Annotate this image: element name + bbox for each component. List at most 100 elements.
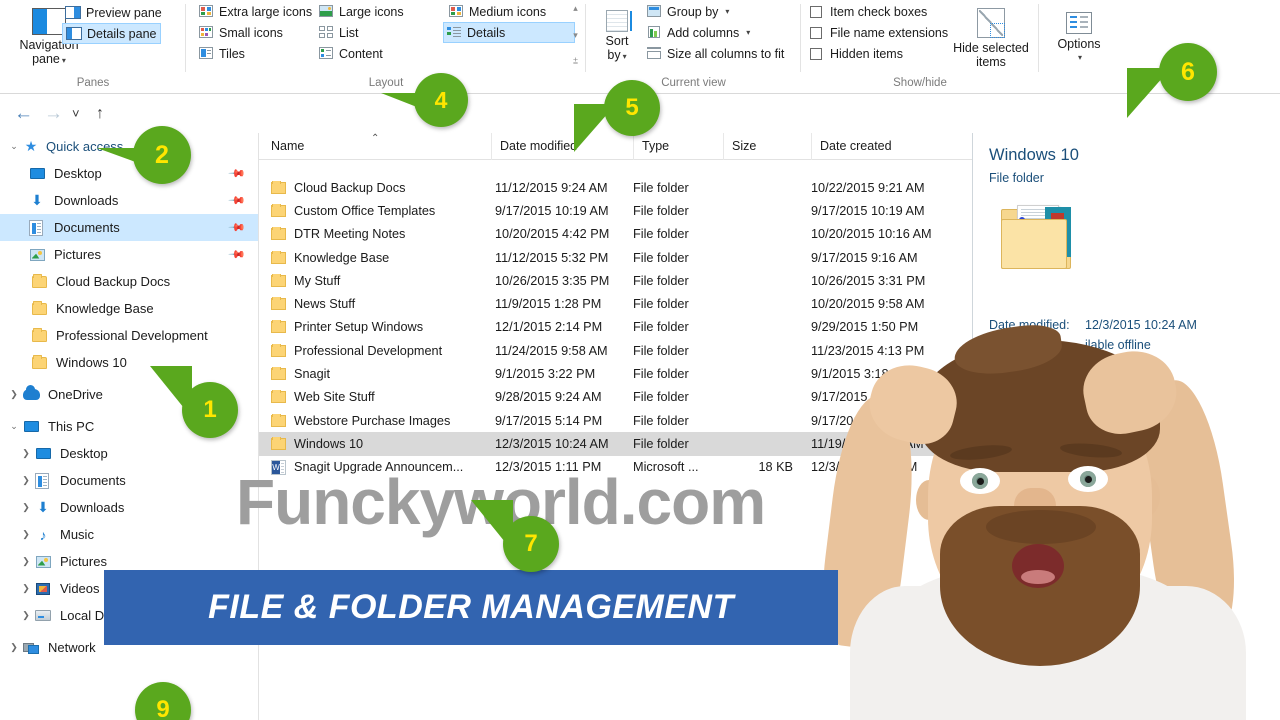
hidden-items-checkbox[interactable]: Hidden items [807,43,906,64]
monitor-icon [28,168,46,179]
small-icons-label: Small icons [219,25,283,40]
chevron-right-icon[interactable]: ❯ [18,475,34,486]
details-view-button[interactable]: Details [443,22,575,43]
folder-icon [271,343,286,357]
checkbox-icon[interactable] [810,26,822,39]
forward-button[interactable]: → [44,95,63,132]
file-name-cell[interactable]: Cloud Backup Docs [259,180,491,195]
sidebar-item-cloud-backup-docs[interactable]: Cloud Backup Docs [0,268,258,295]
add-columns-button[interactable]: Add columns ▾ [644,22,753,43]
file-name-cell[interactable]: DTR Meeting Notes [259,227,491,241]
table-row[interactable]: DTR Meeting Notes 10/20/2015 4:42 PM File … [259,223,972,246]
file-name-cell[interactable]: Windows 10 [259,436,491,451]
file-name-cell[interactable]: Professional Development [259,343,491,358]
content-button[interactable]: Content [316,43,386,64]
sidebar-item-documents[interactable]: Documents 📌 [0,214,258,241]
table-row[interactable]: Custom Office Templates 9/17/2015 10:19 A… [259,199,972,222]
file-name-extensions-checkbox[interactable]: File name extensions [807,22,951,43]
small-icons-icon [199,26,214,39]
file-date-modified-cell: 12/1/2015 2:14 PM [495,320,603,335]
file-name-cell[interactable]: Web Site Stuff [259,390,491,404]
sidebar-label: Pictures [54,247,101,262]
sidebar-item-desktop[interactable]: Desktop 📌 [0,160,258,187]
column-header-name[interactable]: Name ⌃ [259,133,491,160]
file-date-modified-cell: 9/17/2015 5:14 PM [495,413,603,428]
group-by-label: Group by [667,4,719,19]
large-icons-button[interactable]: Large icons [316,1,407,22]
table-row[interactable]: Cloud Backup Docs 11/12/2015 9:24 AM File … [259,176,972,199]
details-view-label: Details [467,25,506,40]
sidebar-item-downloads[interactable]: ⬇ Downloads 📌 [0,187,258,214]
chevron-right-icon[interactable]: ❯ [18,448,34,459]
options-button[interactable]: Options ▾ [1039,12,1119,65]
table-row[interactable]: Knowledge Base 11/12/2015 5:32 PM File fol… [259,246,972,269]
sidebar-item-pictures[interactable]: Pictures 📌 [0,241,258,268]
folder-thumbnail-icon [1001,205,1079,271]
file-name-cell[interactable]: My Stuff [259,273,491,288]
hide-selected-items-icon [977,8,1005,38]
chevron-right-icon[interactable]: ❯ [6,389,22,400]
file-type-cell: File folder [633,436,689,451]
file-name-text: News Stuff [294,297,356,312]
column-header-date-created[interactable]: Date created [811,133,961,160]
tiles-button[interactable]: Tiles [196,43,248,64]
sidebar-item-thispc-documents[interactable]: ❯ Documents [0,467,258,494]
file-name-cell[interactable]: Webstore Purchase Images [259,413,491,428]
chevron-right-icon[interactable]: ❯ [6,642,22,653]
sort-by-button[interactable]: Sort by ▾ [594,10,640,64]
medium-icons-button[interactable]: Medium icons [446,1,549,22]
hide-selected-items-button[interactable]: Hide selected items [949,8,1033,69]
pin-icon[interactable]: 📌 [228,191,247,210]
up-button[interactable]: ↑ [96,95,104,132]
column-header-size[interactable]: Size [723,133,811,160]
file-name-cell[interactable]: Custom Office Templates [259,203,491,218]
sidebar-item-thispc-music[interactable]: ❯ ♪ Music [0,521,258,548]
file-name-cell[interactable]: News Stuff [259,297,491,311]
group-by-button[interactable]: Group by ▾ [644,1,732,22]
sidebar-item-professional-development[interactable]: Professional Development [0,322,258,349]
chevron-right-icon[interactable]: ❯ [18,502,34,513]
extra-large-icons-button[interactable]: Extra large icons [196,1,315,22]
pin-icon[interactable]: 📌 [228,164,247,183]
list-label: List [339,25,359,40]
sidebar-item-thispc-downloads[interactable]: ❯ ⬇ Downloads [0,494,258,521]
chevron-down-icon[interactable]: ⌄ [6,141,22,152]
sidebar-item-knowledge-base[interactable]: Knowledge Base [0,295,258,322]
pin-icon[interactable]: 📌 [228,245,247,264]
content-label: Content [339,46,383,61]
back-button[interactable]: ← [14,95,33,132]
chevron-right-icon[interactable]: ❯ [18,556,34,567]
chevron-down-icon: ▾ [725,7,730,16]
checkbox-icon[interactable] [810,47,822,60]
details-pane-button[interactable]: Details pane [62,23,161,44]
chevron-down-icon[interactable]: ⌄ [6,421,22,432]
file-name-cell[interactable]: Knowledge Base [259,250,491,265]
file-date-modified-cell: 10/20/2015 4:42 PM [495,227,610,242]
chevron-right-icon[interactable]: ❯ [18,529,34,540]
preview-pane-button[interactable]: Preview pane [62,2,165,23]
size-all-columns-button[interactable]: Size all columns to fit [644,43,787,64]
file-date-modified-cell: 10/26/2015 3:35 PM [495,273,610,288]
recent-locations-button[interactable]: ˅ [72,95,80,132]
gallery-scroll-up-icon[interactable]: ▴ [573,4,578,13]
sidebar-item-thispc-desktop[interactable]: ❯ Desktop [0,440,258,467]
checkbox-icon[interactable] [810,5,822,18]
sidebar-item-windows-10[interactable]: Windows 10 [0,349,258,376]
pin-icon[interactable]: 📌 [228,218,247,237]
document-icon [34,472,52,489]
layout-gallery-scrollbar[interactable]: ▴ ▾ ⩲ [569,4,582,66]
column-header-type[interactable]: Type [633,133,723,160]
pc-icon [22,421,40,432]
chevron-right-icon[interactable]: ❯ [18,610,34,621]
file-name-cell[interactable]: Printer Setup Windows [259,320,491,334]
ribbon-group-options: Options ▾ [1039,0,1119,94]
item-check-boxes-checkbox[interactable]: Item check boxes [807,1,930,22]
gallery-scroll-down-icon[interactable]: ▾ [573,30,578,40]
table-row[interactable]: My Stuff 10/26/2015 3:35 PM File folder 10/… [259,269,972,292]
small-icons-button[interactable]: Small icons [196,22,286,43]
file-name-text: Knowledge Base [294,250,390,265]
chevron-right-icon[interactable]: ❯ [18,583,34,594]
file-name-cell[interactable]: Snagit [259,367,491,381]
list-button[interactable]: List [316,22,361,43]
gallery-expand-icon[interactable]: ⩲ [573,57,578,66]
